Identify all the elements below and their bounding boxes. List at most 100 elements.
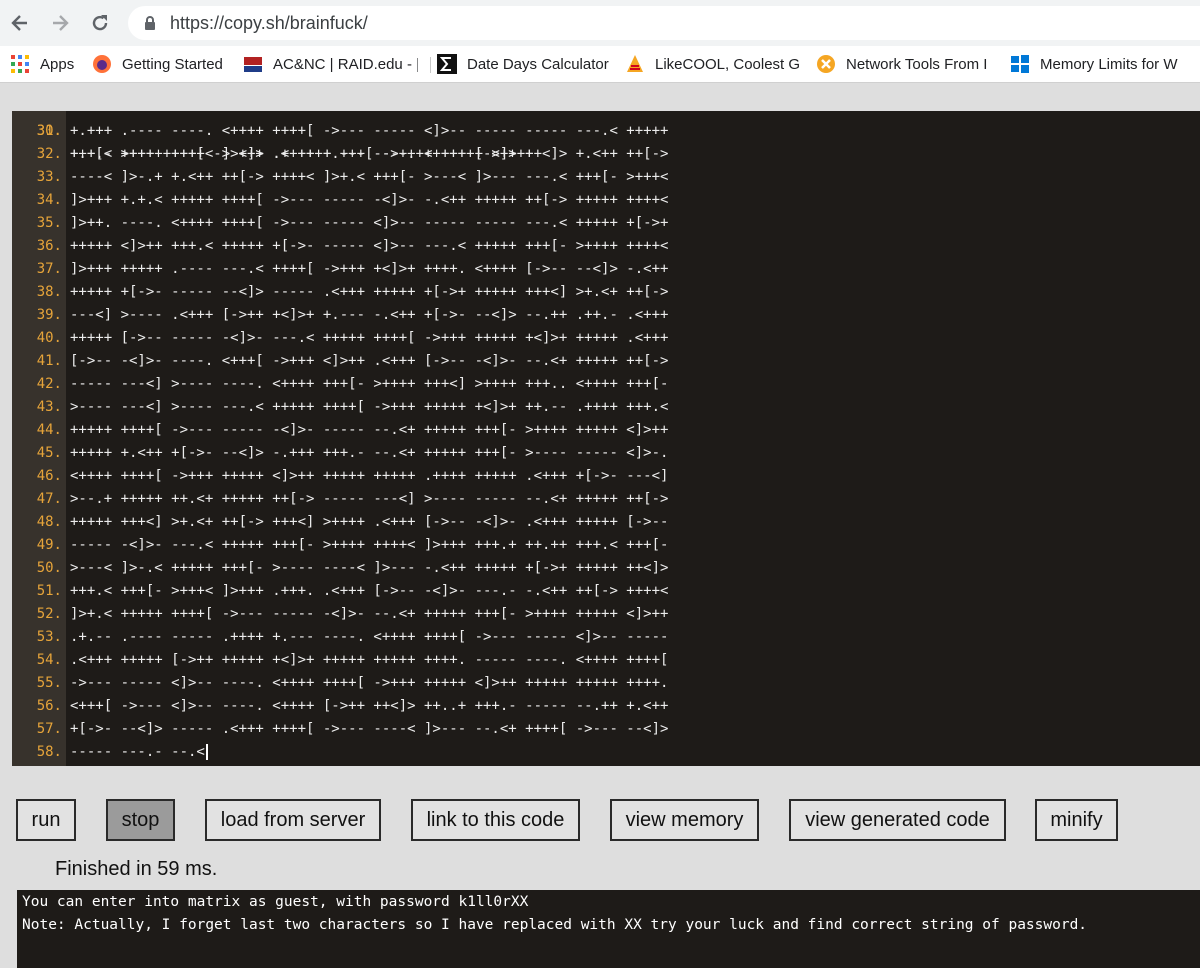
line-code: +.+++ .---- ----. <++++ ++++[ ->--- ----… xyxy=(70,123,669,139)
firefox-icon xyxy=(93,55,111,73)
bookmark-label: Date Days Calculator xyxy=(467,55,609,73)
line-code: ]>+.< +++++ ++++[ ->--- ----- -<]>- --.<… xyxy=(70,606,669,622)
line-number: 56. xyxy=(36,698,62,714)
line-code: [->-- -<]>- ----. <+++[ ->+++ <]>++ .<++… xyxy=(70,353,669,369)
line-number: 48. xyxy=(36,514,62,530)
line-code: ----< ]>-.+ +.<++ ++[-> ++++< ]>+.< +++[… xyxy=(70,169,669,185)
reload-icon xyxy=(92,15,108,31)
line-code: +++.< +++[- >+++< ]>+++ .+++. .<+++ [->-… xyxy=(70,583,669,599)
browser-toolbar: https://copy.sh/brainfuck/ xyxy=(0,0,1200,46)
line-number: 32. xyxy=(36,146,62,162)
line-code: +[->- --<]> ----- .<+++ ++++[ ->--- ----… xyxy=(70,721,669,737)
line-number: 49. xyxy=(36,537,62,553)
code-line: 31. +.+++ .---- ----. <++++ ++++[ ->--- -… xyxy=(12,120,1200,143)
line-code: +++++ ++++[ ->--- ----- -<]>- ----- --.<… xyxy=(70,422,669,438)
likecool-icon xyxy=(627,55,643,72)
code-line: 43. >---- ---<] >---- ---.< +++++ ++++[ -… xyxy=(12,396,1200,419)
run-status: Finished in 59 ms. xyxy=(55,858,218,880)
code-line: 42. ----- ---<] >---- ----. <++++ +++[- >… xyxy=(12,373,1200,396)
line-code: ->--- ----- <]>-- ----. <++++ ++++[ ->++… xyxy=(70,675,669,691)
line-code: >---- ---<] >---- ---.< +++++ ++++[ ->++… xyxy=(70,399,669,415)
output-line-2: Note: Actually, I forget last two charac… xyxy=(22,917,1088,933)
bookmark-getting-started[interactable]: Getting Started xyxy=(92,53,232,75)
bookmark-raid[interactable]: AC&NC | RAID.edu - | xyxy=(243,53,418,75)
line-code: ]>+++ +++++ .---- ---.< ++++[ ->+++ +<]>… xyxy=(70,261,669,277)
code-line: 32. +++[- >++++ ++++< ]>+++ .++++ +.--- -… xyxy=(12,143,1200,166)
sigma-icon xyxy=(437,54,457,74)
minify-button[interactable]: minify xyxy=(1035,799,1118,841)
back-button[interactable] xyxy=(6,9,34,37)
code-line: 39. ---<] >---- .<+++ [->++ +<]>+ +.--- -… xyxy=(12,304,1200,327)
code-line: 57. +[->- --<]> ----- .<+++ ++++[ ->--- -… xyxy=(12,718,1200,741)
code-line: 35. ]>++. ----. <++++ ++++[ ->--- ----- <… xyxy=(12,212,1200,235)
line-code: .+.-- .---- ----- .++++ +.--- ----. <+++… xyxy=(70,629,669,645)
code-line: 33. ----< ]>-.+ +.<++ ++[-> ++++< ]>+.< +… xyxy=(12,166,1200,189)
view-generated-code-button[interactable]: view generated code xyxy=(789,799,1006,841)
line-number: 57. xyxy=(36,721,62,737)
address-bar[interactable]: https://copy.sh/brainfuck/ xyxy=(128,6,1200,40)
bookmark-network-tools[interactable]: Network Tools From I xyxy=(816,53,991,75)
bookmark-label: Memory Limits for W xyxy=(1040,55,1178,73)
line-number: 31. xyxy=(36,123,62,139)
forward-button[interactable] xyxy=(46,9,74,37)
line-number: 42. xyxy=(36,376,62,392)
line-code: +++[- >++++ ++++< ]>+++ .++++ +.--- ----… xyxy=(70,146,669,162)
code-line: 53. .+.-- .---- ----- .++++ +.--- ----. <… xyxy=(12,626,1200,649)
code-line: 49. ----- -<]>- ---.< +++++ +++[- >++++ +… xyxy=(12,534,1200,557)
code-line: 56. <+++[ ->--- <]>-- ----. <++++ [->++ +… xyxy=(12,695,1200,718)
line-number: 37. xyxy=(36,261,62,277)
apps-grid-icon xyxy=(11,55,29,73)
code-line: 54. .<+++ +++++ [->++ +++++ +<]>+ +++++ +… xyxy=(12,649,1200,672)
line-number: 46. xyxy=(36,468,62,484)
code-line: 44. +++++ ++++[ ->--- ----- -<]>- ----- -… xyxy=(12,419,1200,442)
line-code: ]>+++ +.+.< +++++ ++++[ ->--- ----- -<]>… xyxy=(70,192,669,208)
code-lines: 31. +.+++ .---- ----. <++++ ++++[ ->--- -… xyxy=(12,120,1200,764)
code-line: 36. +++++ <]>++ +++.< +++++ +[->- ----- <… xyxy=(12,235,1200,258)
code-line: 50. >---< ]>-.< +++++ +++[- >---- ----< ]… xyxy=(12,557,1200,580)
bookmark-likecool[interactable]: LikeCOOL, Coolest Ga xyxy=(625,53,800,75)
code-line: 38. +++++ +[->- ----- --<]> ----- .<+++ +… xyxy=(12,281,1200,304)
code-line: 55. ->--- ----- <]>-- ----. <++++ ++++[ -… xyxy=(12,672,1200,695)
line-number: 38. xyxy=(36,284,62,300)
bookmark-date-calc[interactable]: Date Days Calculator xyxy=(437,53,612,75)
bookmarks-bar: Apps Getting Started AC&NC | RAID.edu - … xyxy=(0,46,1200,83)
code-line: 45. +++++ +.<++ +[->- --<]> -.+++ +++.- -… xyxy=(12,442,1200,465)
line-number: 36. xyxy=(36,238,62,254)
bookmark-separator xyxy=(430,57,431,73)
line-number: 53. xyxy=(36,629,62,645)
line-number: 47. xyxy=(36,491,62,507)
line-code: >--.+ +++++ ++.<+ +++++ ++[-> ----- ---<… xyxy=(70,491,669,507)
load-from-server-button[interactable]: load from server xyxy=(205,799,381,841)
line-code: ---<] >---- .<+++ [->++ +<]>+ +.--- -.<+… xyxy=(70,307,669,323)
line-number: 54. xyxy=(36,652,62,668)
bookmark-label: LikeCOOL, Coolest Ga xyxy=(655,55,800,73)
program-output: You can enter into matrix as guest, with… xyxy=(17,890,1200,968)
link-to-code-button[interactable]: link to this code xyxy=(411,799,580,841)
line-code: +++++ +++<] >+.<+ ++[-> +++<] >++++ .<++… xyxy=(70,514,669,530)
code-line: 48. +++++ +++<] >+.<+ ++[-> +++<] >++++ .… xyxy=(12,511,1200,534)
stop-button[interactable]: stop xyxy=(106,799,175,841)
network-tools-icon xyxy=(817,55,835,73)
line-number: 35. xyxy=(36,215,62,231)
line-code: <++++ ++++[ ->+++ +++++ <]>++ +++++ ++++… xyxy=(70,468,669,484)
line-code: .<+++ +++++ [->++ +++++ +<]>+ +++++ ++++… xyxy=(70,652,669,668)
line-number: 51. xyxy=(36,583,62,599)
line-code: +++++ <]>++ +++.< +++++ +[->- ----- <]>-… xyxy=(70,238,669,254)
code-editor[interactable]: 30. +.+.< ++++ ++++[ -> <]> .< ++++ +++[… xyxy=(12,111,1200,766)
line-number: 41. xyxy=(36,353,62,369)
windows-icon xyxy=(1011,55,1029,73)
reload-button[interactable] xyxy=(86,9,114,37)
lock-icon xyxy=(145,16,155,30)
code-line: 37. ]>+++ +++++ .---- ---.< ++++[ ->+++ +… xyxy=(12,258,1200,281)
line-code: +++++ +.<++ +[->- --<]> -.+++ +++.- --.<… xyxy=(70,445,669,461)
bookmark-apps[interactable]: Apps xyxy=(10,53,80,75)
run-button[interactable]: run xyxy=(16,799,76,841)
line-number: 39. xyxy=(36,307,62,323)
code-line: 46. <++++ ++++[ ->+++ +++++ <]>++ +++++ +… xyxy=(12,465,1200,488)
view-memory-button[interactable]: view memory xyxy=(610,799,759,841)
bookmark-memory-limits[interactable]: Memory Limits for W xyxy=(1010,53,1185,75)
line-number: 44. xyxy=(36,422,62,438)
line-code: ]>++. ----. <++++ ++++[ ->--- ----- <]>-… xyxy=(70,215,669,231)
line-code: +++++ [->-- ----- -<]>- ---.< +++++ ++++… xyxy=(70,330,669,346)
line-number: 40. xyxy=(36,330,62,346)
